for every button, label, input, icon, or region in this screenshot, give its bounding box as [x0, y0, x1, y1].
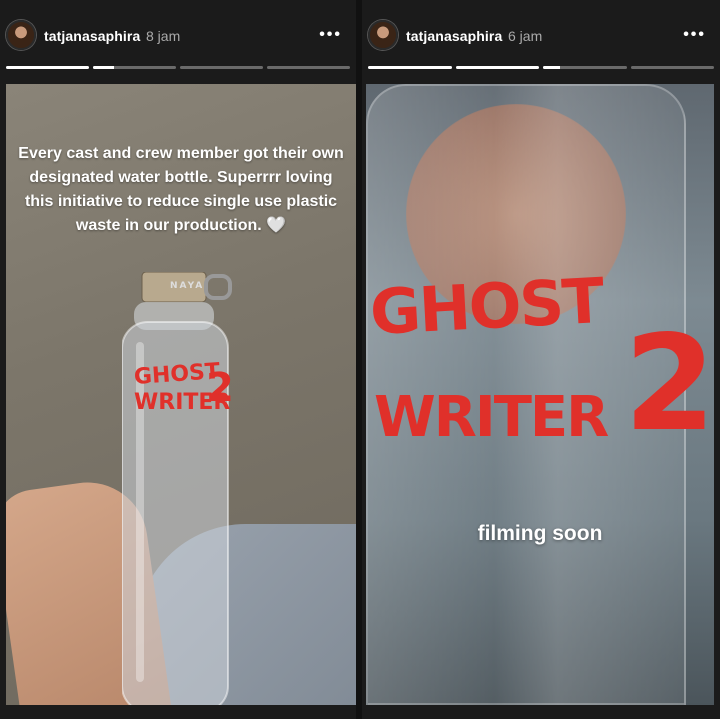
bottle-cap-label: NAYA — [170, 281, 205, 291]
story-header: tatjanasaphira 6 jam ••• — [362, 0, 720, 78]
username[interactable]: tatjanasaphira — [406, 28, 502, 44]
username[interactable]: tatjanasaphira — [44, 28, 140, 44]
timestamp: 8 jam — [146, 28, 181, 44]
bottle-print-writer: WRITER — [374, 385, 609, 450]
avatar[interactable] — [368, 20, 398, 50]
progress-segment — [267, 66, 350, 69]
progress-segment — [368, 66, 452, 69]
timestamp: 6 jam — [508, 28, 543, 44]
progress-segment — [455, 66, 539, 69]
story-progress-bar — [6, 66, 350, 69]
story-caption: Every cast and crew member got their own… — [18, 145, 344, 234]
progress-segment — [6, 66, 89, 69]
bottle-print-number: 2 — [206, 365, 234, 411]
avatar[interactable] — [6, 20, 36, 50]
progress-segment — [180, 66, 263, 69]
water-bottle-image — [122, 272, 232, 705]
bottle-print-ghost: GHOST — [368, 263, 605, 350]
story-media[interactable]: NAYA GHOST WRITER 2 Every cast and crew … — [6, 84, 356, 705]
more-horizontal-icon[interactable]: ••• — [683, 26, 706, 44]
story-panel-left[interactable]: tatjanasaphira 8 jam ••• NAYA GHOST WRIT… — [0, 0, 356, 719]
story-progress-bar — [368, 66, 714, 69]
story-panel-right[interactable]: tatjanasaphira 6 jam ••• GHOST WRITER 2 … — [362, 0, 720, 719]
progress-segment — [93, 66, 176, 69]
progress-segment — [630, 66, 714, 69]
bottle-print-number: 2 — [624, 307, 714, 461]
story-header: tatjanasaphira 8 jam ••• — [0, 0, 356, 78]
progress-segment — [543, 66, 627, 69]
story-overlay-text: filming soon — [477, 522, 603, 545]
more-horizontal-icon[interactable]: ••• — [319, 26, 342, 44]
story-media[interactable]: GHOST WRITER 2 filming soon — [366, 84, 714, 705]
